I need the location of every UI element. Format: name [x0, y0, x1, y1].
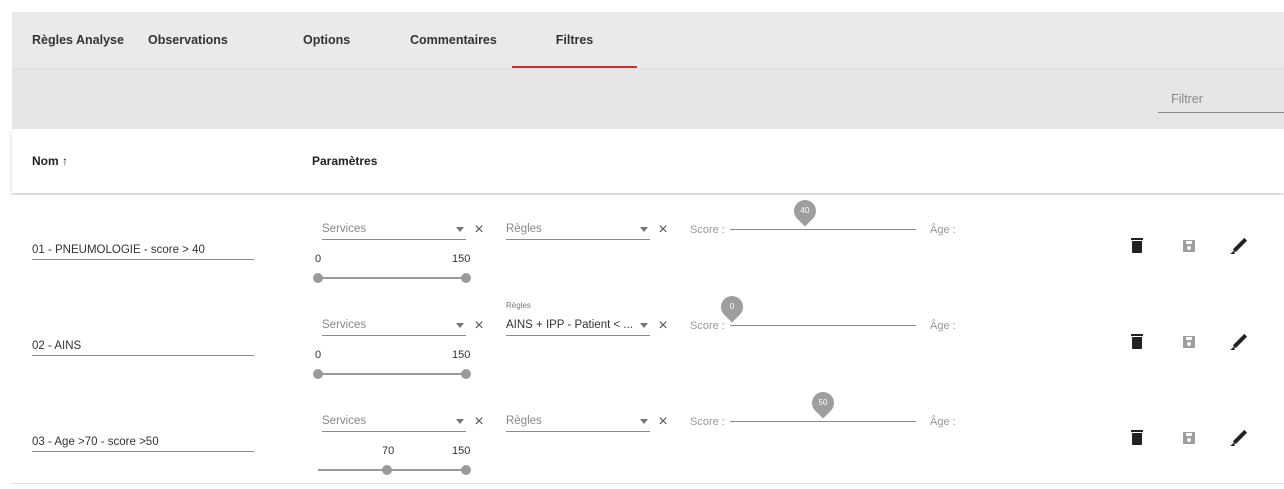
caret-down-icon [456, 323, 464, 328]
close-icon[interactable]: × [656, 318, 670, 334]
table-row: 03 - Age >70 - score >50 Services × Règl… [12, 387, 1284, 484]
age-min-value: 0 [315, 253, 322, 265]
score-slider-track[interactable] [730, 229, 916, 230]
caret-down-icon [640, 419, 648, 424]
trash-icon[interactable] [1128, 333, 1146, 351]
score-value: 50 [818, 398, 828, 407]
regles-value: AINS + IPP - Patient < ... [506, 319, 633, 331]
score-slider-thumb[interactable]: 50 [807, 387, 839, 419]
save-icon[interactable] [1180, 429, 1198, 447]
caret-down-icon [456, 419, 464, 424]
header-nom[interactable]: Nom ↑ [32, 129, 68, 193]
age-label: Âge : [930, 320, 956, 332]
active-tab-indicator [512, 66, 637, 68]
score-slider-track[interactable] [730, 421, 916, 422]
services-placeholder: Services [322, 319, 367, 331]
tab-options[interactable]: Options [303, 12, 350, 68]
trash-icon[interactable] [1128, 429, 1146, 447]
tab-observations[interactable]: Observations [148, 12, 228, 68]
caret-down-icon [640, 227, 648, 232]
table-row: 01 - PNEUMOLOGIE - score > 40 Services ×… [12, 195, 1284, 292]
filters-table: Nom ↑ Paramètres 01 - PNEUMOLOGIE - scor… [12, 129, 1284, 489]
caret-down-icon [640, 323, 648, 328]
close-icon[interactable]: × [472, 414, 486, 430]
tab-bar: Règles Analyse Observations Options Comm… [12, 12, 1284, 69]
score-value: 40 [800, 206, 810, 215]
tab-regles-analyse[interactable]: Règles Analyse [32, 12, 124, 68]
age-range-track[interactable] [318, 277, 466, 279]
services-placeholder: Services [322, 223, 367, 235]
age-max-value: 150 [452, 253, 471, 265]
regles-select[interactable]: Règles AINS + IPP - Patient < ... [506, 301, 650, 336]
close-icon[interactable]: × [472, 318, 486, 334]
age-range-min-thumb[interactable] [382, 465, 392, 475]
score-slider-thumb[interactable]: 40 [789, 195, 821, 227]
score-slider-track[interactable] [730, 325, 916, 326]
services-select[interactable]: Services [322, 411, 466, 432]
regles-select[interactable]: Règles [506, 219, 650, 240]
filter-bar: Filtrer [12, 69, 1284, 129]
age-range-max-thumb[interactable] [461, 273, 471, 283]
table-row: 02 - AINS Services × Règles AINS + IPP -… [12, 291, 1284, 388]
regles-placeholder: Règles [506, 223, 542, 235]
regles-select[interactable]: Règles [506, 411, 650, 432]
score-label: Score : [690, 320, 725, 332]
trash-icon[interactable] [1128, 237, 1146, 255]
score-label: Score : [690, 224, 725, 236]
regles-floating-label: Règles [506, 301, 531, 310]
age-range-track[interactable] [318, 373, 466, 375]
save-icon[interactable] [1180, 237, 1198, 255]
pencil-icon[interactable] [1230, 429, 1248, 449]
tab-commentaires[interactable]: Commentaires [410, 12, 497, 68]
save-icon[interactable] [1180, 333, 1198, 351]
age-label: Âge : [930, 416, 956, 428]
age-range-min-thumb[interactable] [313, 273, 323, 283]
age-min-value: 0 [315, 349, 322, 361]
pencil-icon[interactable] [1230, 237, 1248, 257]
age-range-max-thumb[interactable] [461, 369, 471, 379]
age-range-max-thumb[interactable] [461, 465, 471, 475]
age-min-value: 70 [382, 445, 395, 457]
services-select[interactable]: Services [322, 219, 466, 240]
age-label: Âge : [930, 224, 956, 236]
filter-input[interactable]: Filtrer [1158, 86, 1284, 113]
name-field[interactable]: 01 - PNEUMOLOGIE - score > 40 [32, 241, 254, 260]
close-icon[interactable]: × [656, 222, 670, 238]
services-select[interactable]: Services [322, 315, 466, 336]
age-max-value: 150 [452, 349, 471, 361]
regles-placeholder: Règles [506, 415, 542, 427]
table-header: Nom ↑ Paramètres [12, 129, 1284, 193]
name-field[interactable]: 03 - Age >70 - score >50 [32, 433, 254, 452]
services-placeholder: Services [322, 415, 367, 427]
score-slider-thumb[interactable]: 0 [716, 291, 748, 323]
age-range-min-thumb[interactable] [313, 369, 323, 379]
age-range-track[interactable] [318, 469, 466, 471]
close-icon[interactable]: × [472, 222, 486, 238]
pencil-icon[interactable] [1230, 333, 1248, 353]
age-max-value: 150 [452, 445, 471, 457]
name-field[interactable]: 02 - AINS [32, 337, 254, 356]
header-parametres: Paramètres [312, 154, 378, 168]
tab-filtres[interactable]: Filtres [512, 12, 637, 68]
close-icon[interactable]: × [656, 414, 670, 430]
caret-down-icon [456, 227, 464, 232]
score-label: Score : [690, 416, 725, 428]
score-value: 0 [729, 302, 735, 311]
